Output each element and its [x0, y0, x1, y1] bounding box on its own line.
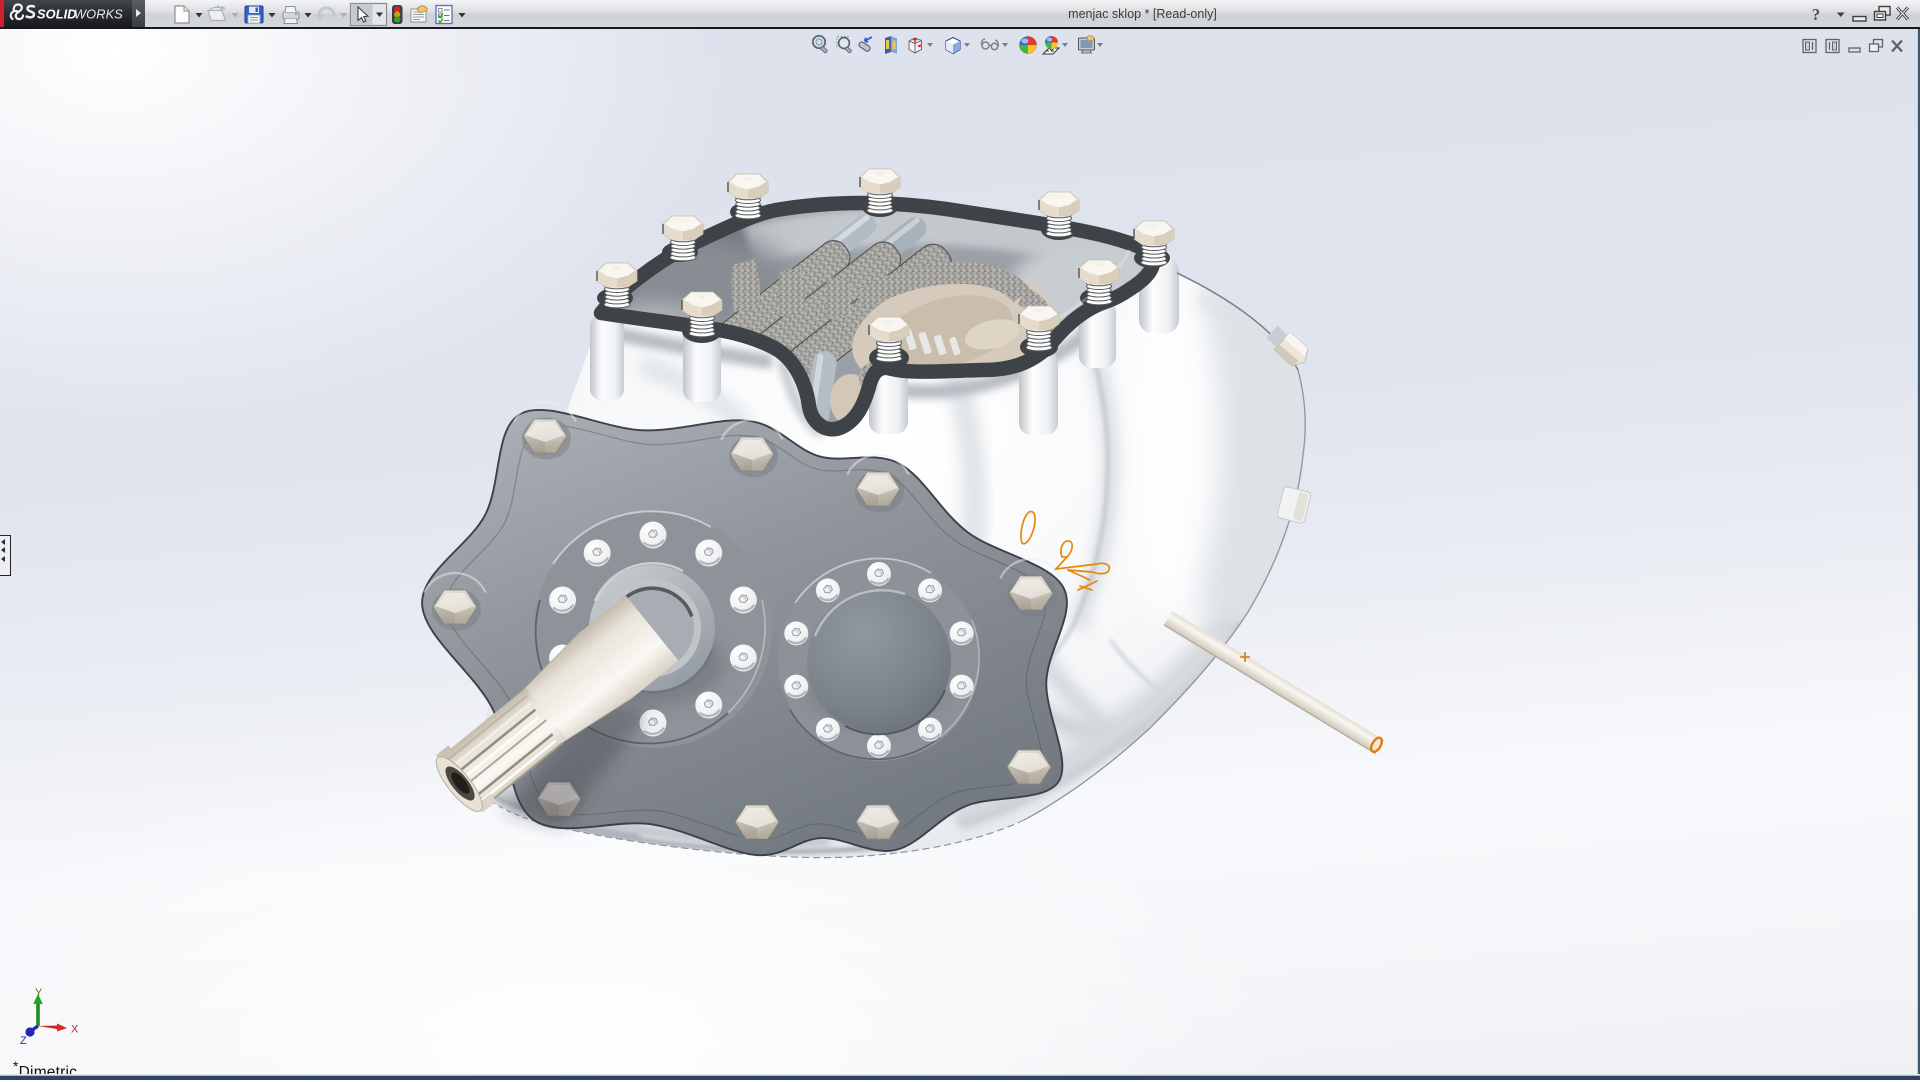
- svg-text:X: X: [71, 1024, 79, 1036]
- svg-text:Z: Z: [20, 1035, 27, 1047]
- svg-text:?: ?: [1812, 5, 1820, 24]
- svg-text:SOLID: SOLID: [37, 7, 77, 22]
- svg-text:WORKS: WORKS: [74, 7, 123, 22]
